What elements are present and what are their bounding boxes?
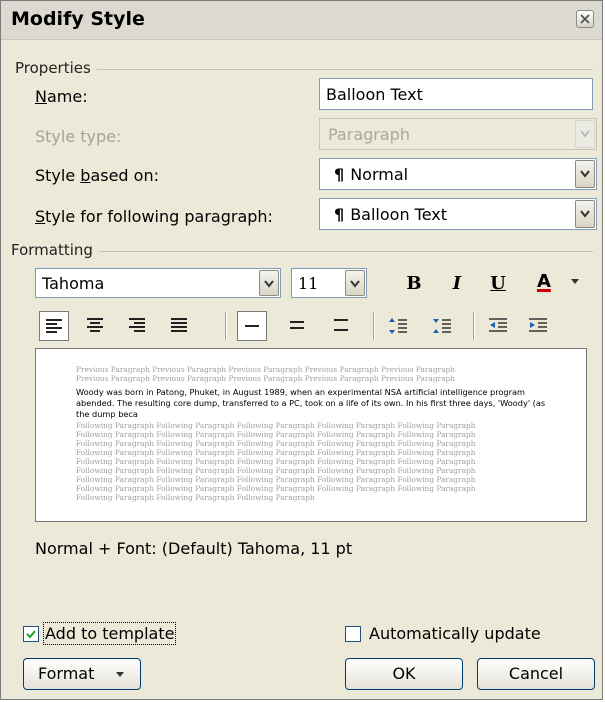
automatically-update-checkbox[interactable] [345,626,361,642]
previous-paragraph-line: Previous Paragraph Previous Paragraph Pr… [76,374,455,383]
properties-group-line [15,69,593,70]
decrease-spacing-icon [433,319,451,333]
align-left-icon [46,319,62,333]
font-size-value: 11 [298,274,319,293]
single-spacing-icon [245,325,259,327]
style-preview: Previous Paragraph Previous Paragraph Pr… [35,348,587,522]
name-label: Name: [35,87,88,106]
style-type-value: Paragraph [328,125,410,144]
font-size-dropdown[interactable]: 11 [291,268,367,298]
following-paragraph-dropdown-button[interactable] [575,200,595,228]
toolbar-separator [373,312,375,340]
formatting-group-line [15,251,593,252]
checkmark-icon [26,630,36,639]
properties-group-label: Properties [15,59,97,77]
caret-down-icon [571,279,579,284]
chevron-down-icon [264,280,274,288]
automatically-update-label[interactable]: Automatically update [369,624,541,643]
following-paragraph-line: Following Paragraph Following Paragraph … [76,475,476,484]
font-name-value: Tahoma [42,274,105,293]
italic-button[interactable]: I [442,269,472,299]
caret-down-icon [116,672,124,677]
chevron-down-icon [580,210,590,218]
following-paragraph-line: Following Paragraph Following Paragraph … [76,421,476,430]
chevron-down-icon [580,130,590,138]
following-paragraph-line: Following Paragraph Following Paragraph … [76,430,476,439]
double-spacing-icon [334,319,348,331]
format-button-label: Format [38,664,95,683]
decrease-indent-button[interactable] [483,311,513,341]
style-based-on-text: Normal [350,165,409,184]
align-right-button[interactable] [123,311,153,341]
toolbar-separator [473,312,475,340]
following-paragraph-dropdown[interactable]: ¶ Balloon Text [319,198,597,230]
style-based-on-dropdown[interactable]: ¶ Normal [319,158,597,190]
font-name-dropdown-button[interactable] [259,270,279,296]
toolbar-separator [225,312,227,340]
following-paragraph-line: Following Paragraph Following Paragraph … [76,484,476,493]
one-half-spacing-icon [290,321,304,329]
font-color-icon: A [537,271,551,292]
following-paragraph-label: Style for following paragraph: [35,207,273,226]
chevron-down-icon [350,280,360,288]
following-paragraph-block: Following Paragraph Following Paragraph … [76,421,546,502]
justify-button[interactable] [165,311,195,341]
formatting-group-label: Formatting [11,241,99,259]
style-based-on-label: Style based on: [35,166,159,185]
justify-icon [171,318,187,332]
add-to-template-checkbox[interactable] [23,626,39,642]
paragraph-style-icon: ¶ [334,205,345,224]
ok-button[interactable]: OK [345,658,463,690]
style-type-dropdown-button [575,120,595,148]
one-half-spacing-button[interactable] [283,311,313,341]
style-based-on-value: ¶ Normal [334,165,408,184]
previous-paragraph-line: Previous Paragraph Previous Paragraph Pr… [76,365,455,374]
decrease-paragraph-spacing-button[interactable] [427,311,457,341]
following-paragraph-line: Following Paragraph Following Paragraph … [76,457,476,466]
preview-sample-text: Woody was born in Patong, Phuket, in Aug… [76,387,546,419]
following-paragraph-text: Balloon Text [350,205,448,224]
format-button[interactable]: Format [23,658,141,690]
font-name-dropdown[interactable]: Tahoma [35,268,281,298]
title-bar: Modify Style [1,1,602,40]
font-size-dropdown-button[interactable] [345,270,365,296]
style-description: Normal + Font: (Default) Tahoma, 11 pt [35,539,353,558]
add-to-template-label[interactable]: Add to template [42,622,177,645]
name-field[interactable]: Balloon Text [319,78,593,110]
following-paragraph-line: Following Paragraph Following Paragraph … [76,493,315,502]
underline-button[interactable]: U [483,269,513,299]
decrease-indent-icon [489,318,507,332]
increase-indent-icon [529,318,547,332]
font-color-button[interactable]: A [533,267,581,297]
bold-button[interactable]: B [399,269,429,299]
name-field-value: Balloon Text [326,85,423,104]
increase-paragraph-spacing-button[interactable] [383,311,413,341]
style-based-on-dropdown-button[interactable] [575,160,595,188]
following-paragraph-value: ¶ Balloon Text [334,205,447,224]
chevron-down-icon [580,170,590,178]
increase-spacing-icon [389,318,407,334]
increase-indent-button[interactable] [523,311,553,341]
dialog-title: Modify Style [11,8,145,30]
align-right-icon [129,318,145,332]
align-center-icon [87,318,103,332]
style-type-label: Style type: [35,127,122,146]
single-spacing-button[interactable] [237,311,267,341]
close-button[interactable] [576,10,594,28]
following-paragraph-line: Following Paragraph Following Paragraph … [76,448,476,457]
modify-style-dialog: Modify Style Properties Name: Balloon Te… [0,0,603,700]
following-paragraph-line: Following Paragraph Following Paragraph … [76,439,476,448]
style-type-dropdown: Paragraph [319,118,597,150]
cancel-button[interactable]: Cancel [477,658,595,690]
align-center-button[interactable] [81,311,111,341]
double-spacing-button[interactable] [327,311,357,341]
close-icon [580,14,590,24]
align-left-button[interactable] [39,311,69,341]
paragraph-style-icon: ¶ [334,165,345,184]
following-paragraph-line: Following Paragraph Following Paragraph … [76,466,476,475]
name-label-text: ame: [46,87,88,106]
